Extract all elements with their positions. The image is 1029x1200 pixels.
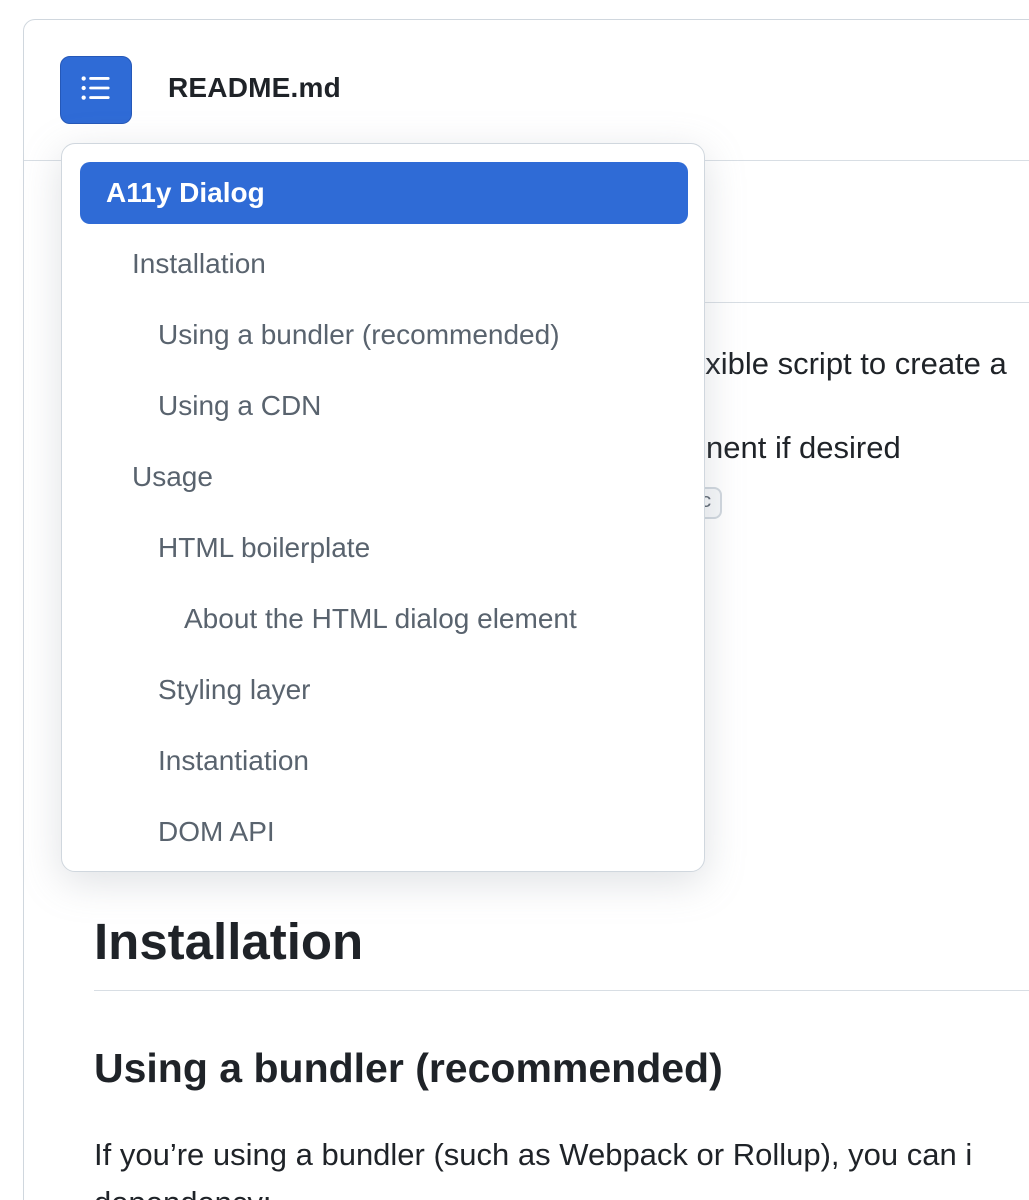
list-unordered-icon — [79, 71, 113, 110]
toc-toggle-button[interactable] — [60, 56, 132, 124]
toc-item-usage[interactable]: Usage — [80, 446, 688, 508]
heading-installation: Installation — [94, 913, 364, 970]
paragraph-text: If you’re using a bundler (such as Webpa… — [94, 1137, 973, 1172]
toc-item-html-boilerplate[interactable]: HTML boilerplate — [80, 517, 688, 579]
toc-item-installation[interactable]: Installation — [80, 233, 688, 295]
toc-item-styling-layer[interactable]: Styling layer — [80, 659, 688, 721]
file-header: README.md — [24, 20, 1029, 161]
toc-item-using-a-bundler[interactable]: Using a bundler (recommended) — [80, 304, 688, 366]
heading-divider — [94, 990, 1029, 991]
toc-item-about-html-dialog-element[interactable]: About the HTML dialog element — [80, 588, 688, 650]
paragraph-text: dependency: — [94, 1185, 272, 1200]
toc-item-a11y-dialog[interactable]: A11y Dialog — [80, 162, 688, 224]
toc-dropdown: A11y Dialog Installation Using a bundler… — [61, 143, 705, 872]
toc-item-using-a-cdn[interactable]: Using a CDN — [80, 375, 688, 437]
heading-using-a-bundler: Using a bundler (recommended) — [94, 1045, 723, 1091]
page: README.md exible script to create a nent… — [0, 0, 1029, 1200]
toc-item-dom-api[interactable]: DOM API — [80, 801, 688, 863]
intro-text-fragment: exible script to create a — [688, 346, 1007, 381]
intro-text-fragment: nent if desired — [706, 430, 901, 465]
file-title: README.md — [168, 72, 341, 103]
toc-item-instantiation[interactable]: Instantiation — [80, 730, 688, 792]
